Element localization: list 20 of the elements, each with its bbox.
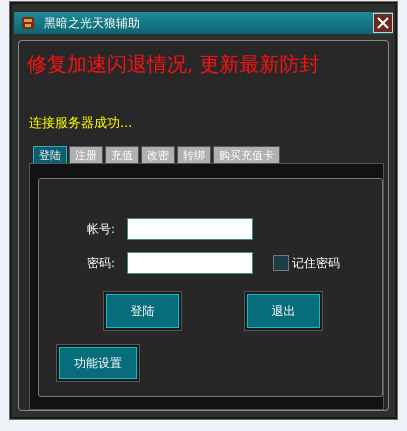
tab[interactable]: 充值 (105, 146, 139, 163)
window-title: 黑暗之光天狼辅助 (44, 14, 141, 32)
password-field[interactable] (127, 252, 253, 274)
tab[interactable]: 登陆 (33, 146, 67, 163)
notice-text: 修复加速闪退情况, 更新最新防封 (27, 51, 321, 78)
remember-label: 记住密码 (292, 254, 340, 272)
emblem-icon (20, 15, 36, 31)
login-button[interactable]: 登陆 (104, 292, 181, 330)
account-field[interactable] (127, 218, 253, 240)
close-button[interactable] (373, 13, 393, 33)
settings-button[interactable]: 功能设置 (57, 345, 139, 381)
tab[interactable]: 注册 (69, 146, 103, 163)
status-text: 连接服务器成功... (29, 115, 134, 132)
tab[interactable]: 购买充值卡 (213, 146, 280, 163)
remember-checkbox[interactable] (273, 255, 289, 271)
tab[interactable]: 转绑 (177, 146, 211, 163)
password-label: 密码: (86, 254, 115, 272)
exit-button[interactable]: 退出 (245, 292, 322, 330)
account-label: 帐号: (86, 220, 115, 238)
tab[interactable]: 改密 (141, 146, 175, 163)
